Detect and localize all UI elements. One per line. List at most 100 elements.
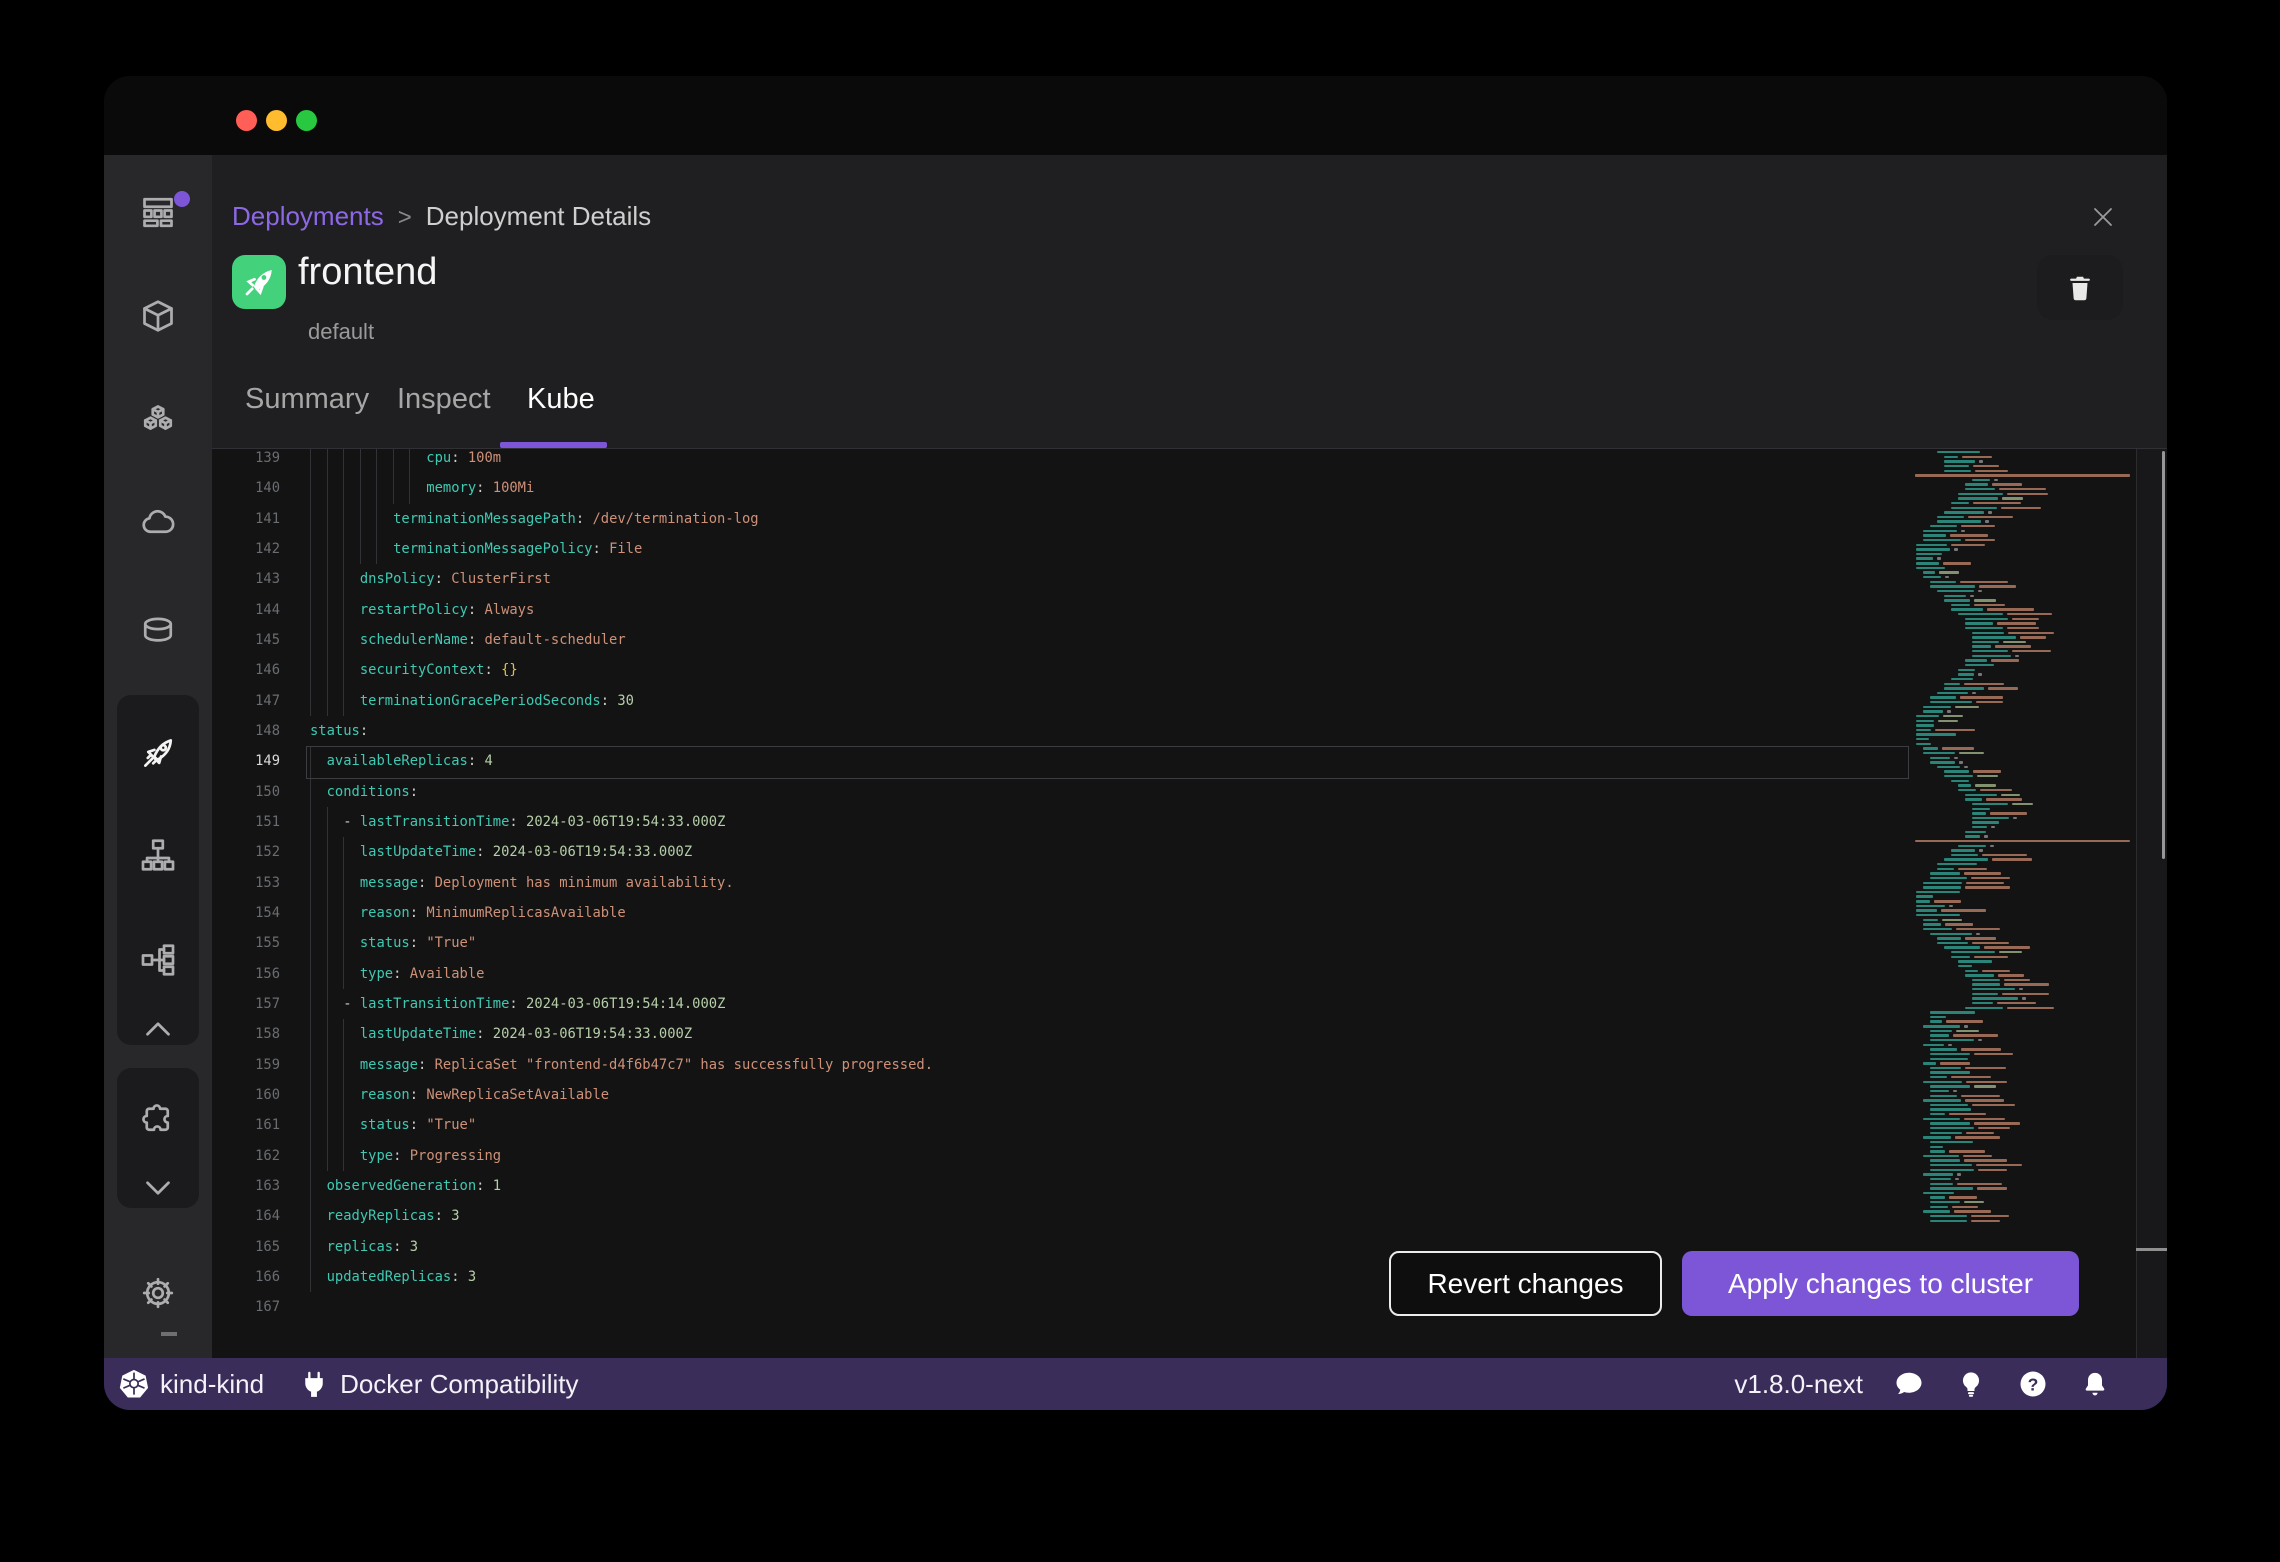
yaml-editor[interactable]: 139 cpu: 100m 140 memory: 100Mi 141 termin…	[212, 448, 2167, 1359]
code-line[interactable]: 141 terminationMessagePath: /dev/termina…	[212, 503, 2167, 534]
minimap-mark	[1923, 571, 1935, 574]
cube-icon	[143, 300, 173, 332]
revert-changes-button[interactable]: Revert changes	[1389, 1251, 1662, 1316]
notifications-bell-icon[interactable]	[2079, 1368, 2111, 1400]
code-line[interactable]: 157 - lastTransitionTime: 2024-03-06T19:…	[212, 988, 2167, 1020]
minimap-mark	[1964, 937, 1996, 940]
code-text: terminationMessagePolicy: File	[393, 540, 643, 557]
minimap-mark	[1966, 1080, 2008, 1084]
close-details-button[interactable]	[2081, 195, 2125, 239]
code-line[interactable]: 148 status:	[212, 716, 2167, 746]
minimap-mark	[1965, 488, 1996, 491]
sidebar-item-pods[interactable]	[140, 402, 176, 438]
code-text: lastUpdateTime: 2024-03-06T19:54:33.000Z	[359, 1026, 693, 1043]
editor-scrollbar-thumb[interactable]	[2162, 451, 2165, 859]
code-line[interactable]: 159 message: ReplicaSet "frontend-d4f6b4…	[212, 1049, 2167, 1080]
feedback-icon[interactable]	[1893, 1368, 1925, 1400]
editor-minimap[interactable]	[1905, 449, 2136, 1359]
sidebar-scroll-down[interactable]	[140, 1170, 176, 1206]
sidebar-item-containers[interactable]	[140, 298, 176, 334]
minimap-mark	[1930, 932, 1973, 935]
sidebar-item-settings[interactable]	[140, 1275, 176, 1311]
minimap-mark	[1982, 853, 2028, 857]
code-line[interactable]: 145 schedulerName: default-scheduler	[212, 624, 2167, 656]
code-line[interactable]: 153 message: Deployment has minimum avai…	[212, 867, 2167, 898]
minimap-mark	[1972, 807, 1991, 810]
sidebar-item-services[interactable]	[140, 837, 176, 873]
minimap-mark	[1958, 960, 1992, 963]
code-line[interactable]: 154 reason: MinimumReplicasAvailable	[212, 897, 2167, 929]
minimap-mark	[1923, 886, 1961, 889]
code-line[interactable]: 164 readyReplicas: 3	[212, 1201, 2167, 1232]
code-text: status: "True"	[359, 1117, 477, 1134]
kube-context-chip[interactable]: kind-kind	[118, 1368, 264, 1400]
code-line[interactable]: 140 memory: 100Mi	[212, 473, 2167, 504]
sidebar-scroll-up[interactable]	[140, 1011, 176, 1047]
minimap-mark	[1944, 770, 1969, 773]
line-number: 162	[255, 1147, 280, 1164]
sidebar-item-dashboard[interactable]	[140, 194, 176, 230]
window-minimize-button[interactable]	[266, 110, 287, 131]
minimap-mark	[1965, 626, 2004, 630]
minimap-mark	[1968, 515, 2014, 519]
tab-kube[interactable]: Kube	[527, 383, 595, 416]
apply-changes-button[interactable]: Apply changes to cluster	[1682, 1251, 2079, 1316]
minimap-mark	[1972, 654, 2012, 658]
sidebar-item-deployments[interactable]	[140, 735, 176, 771]
minimap-mark	[1960, 529, 1965, 533]
code-line[interactable]: 146 securityContext: {}	[212, 655, 2167, 686]
minimap-mark	[1972, 631, 2005, 634]
code-line[interactable]: 142 terminationMessagePolicy: File	[212, 533, 2167, 565]
minimap-mark	[1964, 538, 1996, 542]
code-text: lastUpdateTime: 2024-03-06T19:54:33.000Z	[359, 844, 693, 861]
docker-compatibility-chip[interactable]: Docker Compatibility	[298, 1368, 578, 1400]
code-line[interactable]: 144 restartPolicy: Always	[212, 594, 2167, 625]
code-line[interactable]: 158 lastUpdateTime: 2024-03-06T19:54:33.…	[212, 1019, 2167, 1050]
window-close-button[interactable]	[236, 110, 257, 131]
minimap-mark	[1937, 589, 1974, 593]
line-number: 163	[255, 1177, 280, 1194]
minimap-mark	[1984, 835, 1989, 838]
line-number: 150	[255, 783, 280, 800]
code-line[interactable]: 143 dnsPolicy: ClusterFirst	[212, 564, 2167, 595]
line-number: 147	[255, 692, 280, 709]
code-line[interactable]: 156 type: Available	[212, 958, 2167, 989]
deployment-avatar	[232, 255, 286, 309]
code-text: updatedReplicas: 3	[326, 1268, 477, 1285]
minimap-mark	[1916, 714, 1939, 718]
help-icon[interactable]: ?	[2017, 1368, 2049, 1400]
sidebar-item-networking[interactable]	[140, 942, 176, 978]
minimap-mark	[1972, 636, 2016, 639]
line-number: 155	[255, 935, 280, 952]
breadcrumb-deployments-link[interactable]: Deployments	[232, 201, 384, 232]
sidebar-item-extensions[interactable]	[140, 1102, 176, 1138]
tasks-lightbulb-icon[interactable]	[1955, 1368, 1987, 1400]
code-text: message: Deployment has minimum availabi…	[359, 874, 734, 891]
code-line[interactable]: 155 status: "True"	[212, 928, 2167, 959]
code-line[interactable]: 151 - lastTransitionTime: 2024-03-06T19:…	[212, 806, 2167, 838]
code-line[interactable]: 139 cpu: 100m	[212, 449, 2167, 474]
window-zoom-button[interactable]	[296, 110, 317, 131]
minimap-mark	[1955, 705, 1979, 709]
code-line[interactable]: 163 observedGeneration: 1	[212, 1170, 2167, 1202]
delete-deployment-button[interactable]	[2037, 255, 2123, 320]
code-text: memory: 100Mi	[426, 480, 535, 497]
code-line[interactable]: 161 status: "True"	[212, 1110, 2167, 1141]
sidebar-item-volumes[interactable]	[140, 612, 176, 648]
code-line[interactable]: 149 availableReplicas: 4	[212, 746, 2167, 777]
overview-ruler-mark	[2136, 1248, 2167, 1251]
code-line[interactable]: 150 conditions:	[212, 776, 2167, 807]
tab-inspect[interactable]: Inspect	[397, 383, 491, 416]
code-line[interactable]: 147 terminationGracePeriodSeconds: 30	[212, 685, 2167, 716]
code-line[interactable]: 160 reason: NewReplicaSetAvailable	[212, 1079, 2167, 1111]
app-window: Deployments > Deployment Details fronten…	[104, 76, 2167, 1410]
minimap-mark	[1936, 557, 1941, 560]
code-line[interactable]: 152 lastUpdateTime: 2024-03-06T19:54:33.…	[212, 837, 2167, 868]
code-line[interactable]: 162 type: Progressing	[212, 1140, 2167, 1171]
tab-summary[interactable]: Summary	[245, 383, 369, 416]
sidebar-item-cloud[interactable]	[140, 504, 176, 540]
minimap-mark	[1974, 1085, 1996, 1088]
line-number: 140	[255, 480, 280, 497]
minimap-mark	[1984, 946, 2031, 949]
minimap-mark	[1923, 1173, 1953, 1176]
